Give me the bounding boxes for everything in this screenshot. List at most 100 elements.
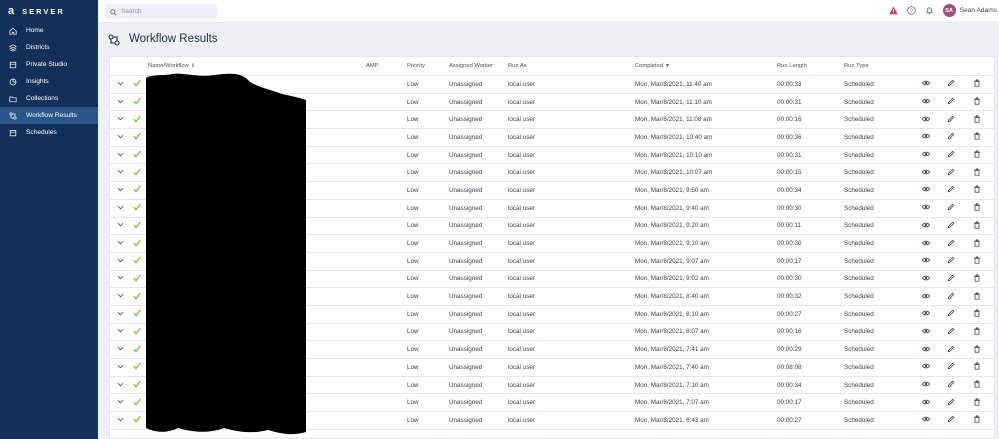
view-icon[interactable] — [921, 415, 931, 425]
view-icon[interactable] — [921, 239, 931, 249]
sidebar-item-private-studio[interactable]: Private Studio — [0, 56, 98, 73]
edit-icon[interactable] — [947, 150, 955, 160]
col-header-run-type[interactable]: Run Type — [844, 63, 869, 69]
edit-icon[interactable] — [947, 380, 955, 390]
col-header-priority[interactable]: Priority — [407, 63, 425, 69]
delete-icon[interactable] — [973, 345, 981, 355]
edit-icon[interactable] — [947, 292, 955, 302]
edit-icon[interactable] — [947, 132, 955, 142]
delete-icon[interactable] — [973, 203, 981, 213]
view-icon[interactable] — [921, 150, 931, 160]
delete-icon[interactable] — [973, 398, 981, 408]
avatar[interactable]: SA — [942, 4, 956, 17]
delete-icon[interactable] — [973, 362, 981, 372]
expand-chevron-icon[interactable] — [117, 80, 125, 89]
col-header-name[interactable]: Name/Workflow ⇕ — [148, 63, 195, 69]
delete-icon[interactable] — [973, 274, 981, 284]
expand-chevron-icon[interactable] — [117, 416, 125, 425]
expand-chevron-icon[interactable] — [117, 381, 125, 390]
view-icon[interactable] — [921, 380, 931, 390]
view-icon[interactable] — [921, 274, 931, 284]
edit-icon[interactable] — [947, 274, 955, 284]
search-input[interactable] — [121, 8, 211, 15]
col-header-completed[interactable]: Completed ▼ — [635, 63, 670, 69]
delete-icon[interactable] — [973, 309, 981, 319]
alert-icon[interactable] — [888, 6, 898, 15]
expand-chevron-icon[interactable] — [117, 151, 125, 160]
expand-chevron-icon[interactable] — [117, 398, 125, 407]
sidebar-item-insights[interactable]: Insights — [0, 73, 98, 90]
edit-icon[interactable] — [947, 115, 955, 125]
expand-chevron-icon[interactable] — [117, 363, 125, 372]
delete-icon[interactable] — [973, 79, 981, 89]
delete-icon[interactable] — [973, 415, 981, 425]
expand-chevron-icon[interactable] — [117, 186, 125, 195]
edit-icon[interactable] — [947, 309, 955, 319]
delete-icon[interactable] — [973, 115, 981, 125]
sidebar-item-workflow-results[interactable]: Workflow Results — [0, 107, 98, 124]
expand-chevron-icon[interactable] — [117, 115, 125, 124]
edit-icon[interactable] — [947, 398, 955, 408]
expand-chevron-icon[interactable] — [117, 274, 125, 283]
expand-chevron-icon[interactable] — [117, 292, 125, 301]
view-icon[interactable] — [921, 345, 931, 355]
sidebar-item-collections[interactable]: Collections — [0, 90, 98, 107]
edit-icon[interactable] — [947, 79, 955, 89]
expand-chevron-icon[interactable] — [117, 204, 125, 213]
expand-chevron-icon[interactable] — [117, 257, 125, 266]
delete-icon[interactable] — [973, 150, 981, 160]
search-box[interactable] — [105, 4, 217, 19]
view-icon[interactable] — [921, 203, 931, 213]
expand-chevron-icon[interactable] — [117, 310, 125, 319]
sort-icon[interactable]: ⇕ — [191, 63, 195, 69]
edit-icon[interactable] — [947, 203, 955, 213]
edit-icon[interactable] — [947, 168, 955, 178]
expand-chevron-icon[interactable] — [117, 168, 125, 177]
sort-desc-icon[interactable]: ▼ — [665, 63, 670, 69]
view-icon[interactable] — [921, 221, 931, 231]
edit-icon[interactable] — [947, 327, 955, 337]
edit-icon[interactable] — [947, 362, 955, 372]
brand[interactable]: a SERVER — [0, 0, 98, 22]
edit-icon[interactable] — [947, 221, 955, 231]
delete-icon[interactable] — [973, 132, 981, 142]
col-header-run-length[interactable]: Run Length — [777, 63, 807, 69]
delete-icon[interactable] — [973, 327, 981, 337]
expand-chevron-icon[interactable] — [117, 98, 125, 107]
edit-icon[interactable] — [947, 345, 955, 355]
edit-icon[interactable] — [947, 185, 955, 195]
view-icon[interactable] — [921, 327, 931, 337]
view-icon[interactable] — [921, 185, 931, 195]
delete-icon[interactable] — [973, 292, 981, 302]
delete-icon[interactable] — [973, 239, 981, 249]
view-icon[interactable] — [921, 256, 931, 266]
bell-icon[interactable] — [925, 6, 934, 15]
sidebar-item-schedules[interactable]: Schedules — [0, 124, 98, 141]
sidebar-item-home[interactable]: Home — [0, 22, 98, 39]
sidebar-item-districts[interactable]: Districts — [0, 39, 98, 56]
user-name[interactable]: Sean Adams — [960, 7, 997, 14]
view-icon[interactable] — [921, 115, 931, 125]
view-icon[interactable] — [921, 79, 931, 89]
expand-chevron-icon[interactable] — [117, 133, 125, 142]
expand-chevron-icon[interactable] — [117, 345, 125, 354]
edit-icon[interactable] — [947, 256, 955, 266]
edit-icon[interactable] — [947, 97, 955, 107]
view-icon[interactable] — [921, 292, 931, 302]
edit-icon[interactable] — [947, 415, 955, 425]
view-icon[interactable] — [921, 97, 931, 107]
delete-icon[interactable] — [973, 185, 981, 195]
view-icon[interactable] — [921, 362, 931, 372]
delete-icon[interactable] — [973, 97, 981, 107]
delete-icon[interactable] — [973, 168, 981, 178]
delete-icon[interactable] — [973, 380, 981, 390]
expand-chevron-icon[interactable] — [117, 221, 125, 230]
view-icon[interactable] — [921, 132, 931, 142]
delete-icon[interactable] — [973, 256, 981, 266]
edit-icon[interactable] — [947, 239, 955, 249]
expand-chevron-icon[interactable] — [117, 327, 125, 336]
col-header-run-as[interactable]: Run As — [508, 63, 527, 69]
col-header-amp[interactable]: AMP — [366, 63, 379, 69]
delete-icon[interactable] — [973, 221, 981, 231]
col-header-worker[interactable]: Assigned Worker — [449, 63, 493, 69]
